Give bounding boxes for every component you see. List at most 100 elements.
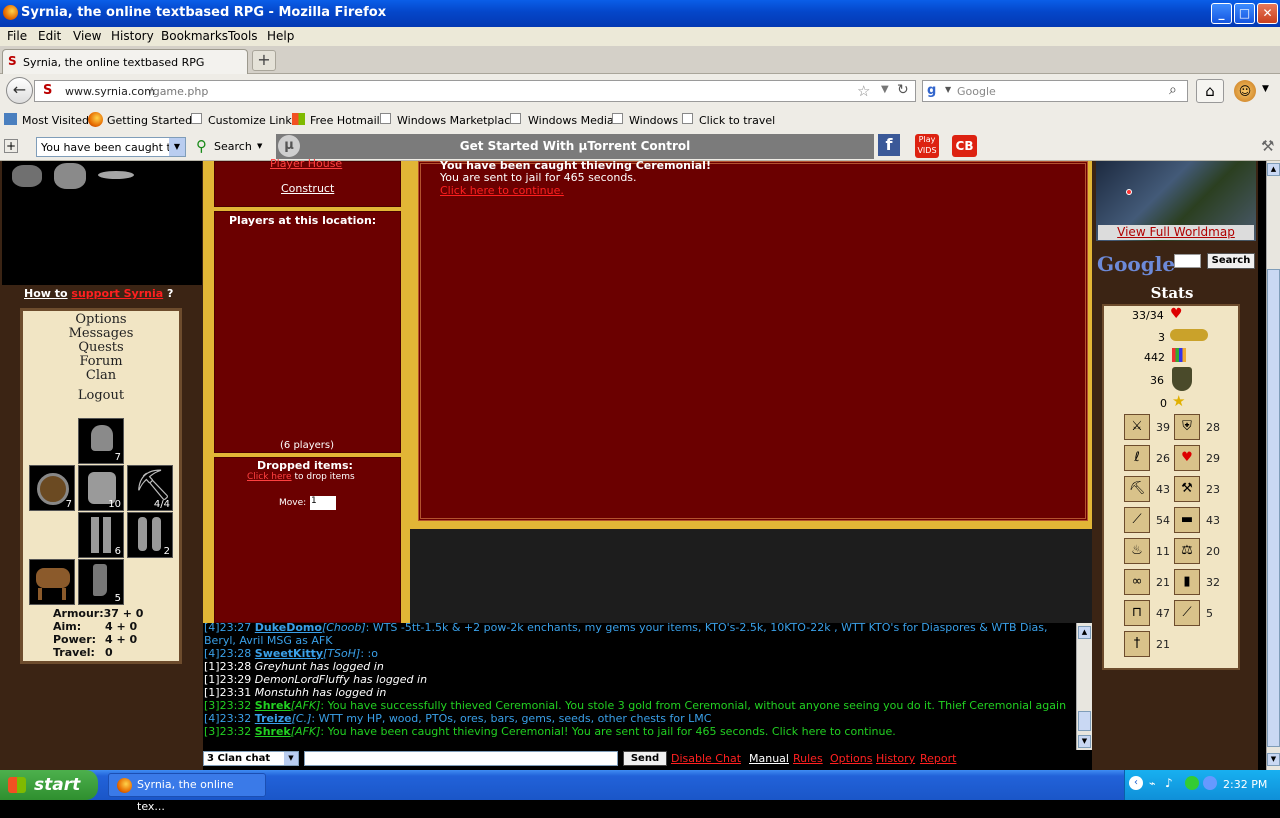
continue-link[interactable]: Click here to continue.	[440, 184, 564, 197]
cb-icon[interactable]: CB	[952, 135, 977, 157]
bookmark-click-to-travel[interactable]: Click to travel	[699, 114, 775, 127]
chat-username-link[interactable]: Treize	[255, 712, 292, 725]
chevron-down-icon[interactable]: ▼	[284, 752, 298, 765]
chat-scrollbar[interactable]: ▲ ▼	[1076, 623, 1092, 751]
bookmark-windows-marketplace[interactable]: Windows Marketplace	[397, 114, 517, 127]
chat-username-link[interactable]: SweetKitty	[255, 647, 323, 660]
volume-icon[interactable]: ♪	[1165, 776, 1173, 790]
new-tab-button[interactable]: +	[252, 50, 276, 71]
chat-username-link[interactable]: Shrek	[255, 699, 291, 712]
menu-clan-link[interactable]: Clan	[23, 369, 179, 383]
utorrent-tray-icon[interactable]	[1185, 776, 1199, 790]
reload-icon[interactable]: ↻	[897, 82, 909, 98]
gloves-slot[interactable]: 2	[127, 512, 173, 558]
add-icon[interactable]: +	[4, 139, 18, 153]
menu-help[interactable]: Help	[267, 29, 294, 43]
thieving-skill-icon[interactable]: ∞	[1124, 569, 1150, 595]
woodcutting-skill-icon[interactable]: ⟋	[1124, 507, 1150, 533]
smithing-skill-icon[interactable]: ⚒	[1174, 476, 1200, 502]
shield-slot[interactable]: 7	[29, 465, 75, 511]
fishing-skill-icon[interactable]: ⟋	[1174, 600, 1200, 626]
construct-link[interactable]: Construct	[281, 182, 334, 195]
attack-skill-icon[interactable]: ⚔	[1124, 414, 1150, 440]
menu-file[interactable]: File	[7, 29, 27, 43]
page-scrollbar[interactable]: ▲ ▼	[1266, 161, 1280, 770]
chat-scroll-thumb[interactable]	[1078, 711, 1091, 731]
bookmark-windows[interactable]: Windows	[629, 114, 678, 127]
menu-bookmarks[interactable]: Bookmarks	[161, 29, 228, 43]
scroll-down-icon[interactable]: ▼	[1078, 735, 1091, 748]
view-full-worldmap-link[interactable]: View Full Worldmap	[1098, 225, 1254, 240]
legs-slot[interactable]: 6	[78, 512, 124, 558]
chat-username-link[interactable]: Shrek	[255, 725, 291, 738]
bookmark-getting-started[interactable]: Getting Started	[107, 114, 192, 127]
start-button[interactable]: start	[0, 770, 98, 800]
disable-chat-link[interactable]: Disable Chat	[671, 752, 741, 765]
page-scroll-thumb[interactable]	[1267, 269, 1280, 747]
move-input[interactable]: 1	[310, 496, 336, 510]
chat-options-link[interactable]: Options	[830, 752, 872, 765]
world-map-thumbnail[interactable]: View Full Worldmap	[1096, 161, 1256, 241]
chat-message-input[interactable]	[304, 751, 618, 766]
bookmark-customize-links[interactable]: Customize Links	[208, 114, 298, 127]
menu-logout-link[interactable]: Logout	[23, 389, 179, 403]
google-search-button[interactable]: Search	[1207, 253, 1255, 269]
chat-history-link[interactable]: History	[876, 752, 915, 765]
wrench-icon[interactable]: ⚒	[1261, 137, 1274, 155]
defence-skill-icon[interactable]: ⛨	[1174, 414, 1200, 440]
addon-dropdown-icon[interactable]: ▼	[1262, 84, 1269, 94]
bookmark-windows-media[interactable]: Windows Media	[528, 114, 614, 127]
magnifier-icon[interactable]: ⌕	[1169, 82, 1177, 98]
back-button[interactable]: ←	[6, 77, 33, 104]
network-icon[interactable]: ⌁	[1149, 777, 1156, 790]
scroll-down-icon[interactable]: ▼	[1267, 753, 1280, 766]
chat-username-link[interactable]: DukeDomo	[255, 623, 322, 634]
report-link[interactable]: Report	[920, 752, 956, 765]
rules-link[interactable]: Rules	[793, 752, 823, 765]
armor-slot[interactable]: 10	[78, 465, 124, 511]
boots-slot[interactable]: 5	[78, 559, 124, 605]
cooking-skill-icon[interactable]: ♨	[1124, 538, 1150, 564]
health-skill-icon[interactable]: ♥	[1174, 445, 1200, 471]
chevron-down-icon[interactable]: ▼	[169, 138, 185, 156]
menu-quests-link[interactable]: Quests	[23, 341, 179, 355]
search-dropdown-icon[interactable]: ▼	[257, 142, 262, 150]
search-history-dropdown[interactable]: You have been caught thie ▼	[36, 137, 186, 157]
menu-forum-link[interactable]: Forum	[23, 355, 179, 369]
manual-link[interactable]: Manual	[749, 752, 789, 765]
play-vids-icon[interactable]: Play VIDS	[915, 134, 939, 158]
bookmark-free-hotmail[interactable]: Free Hotmail	[310, 114, 380, 127]
utorrent-banner[interactable]: µ Get Started With µTorrent Control	[276, 134, 874, 159]
farming-skill-icon[interactable]: ⊓	[1124, 600, 1150, 626]
google-engine-icon[interactable]: g	[927, 83, 936, 98]
mining-skill-icon[interactable]: ⛏	[1124, 476, 1150, 502]
construction-skill-icon[interactable]: ▬	[1174, 507, 1200, 533]
facebook-icon[interactable]: f	[878, 134, 900, 156]
addon-face-icon[interactable]: ☺	[1234, 80, 1256, 102]
minimize-button[interactable]: _	[1211, 3, 1232, 24]
history-dropdown-icon[interactable]: ▼	[881, 84, 889, 95]
helmet-slot[interactable]: 7	[78, 418, 124, 464]
maximize-button[interactable]: □	[1234, 3, 1255, 24]
scroll-up-icon[interactable]: ▲	[1267, 163, 1280, 176]
horse-slot[interactable]	[29, 559, 75, 605]
player-house-link[interactable]: Player House	[270, 157, 342, 170]
menu-messages-link[interactable]: Messages	[23, 327, 179, 341]
home-icon[interactable]: ⌂	[1196, 79, 1224, 103]
menu-options-link[interactable]: Options	[23, 313, 179, 327]
magic-skill-icon[interactable]: †	[1124, 631, 1150, 657]
search-icon[interactable]: ⚲	[196, 137, 207, 155]
engine-dropdown-icon[interactable]: ▼	[945, 85, 951, 94]
pickaxe-slot[interactable]: ⛏ 4/4	[127, 465, 173, 511]
taskbar-firefox-item[interactable]: Syrnia, the online tex...	[108, 773, 266, 813]
toolbar-search-label[interactable]: Search	[214, 140, 252, 153]
google-search-input[interactable]	[1174, 254, 1201, 268]
tray-expand-icon[interactable]: ‹	[1129, 776, 1143, 790]
chat-send-button[interactable]: Send	[623, 751, 667, 766]
menu-tools[interactable]: Tools	[228, 29, 258, 43]
strength-skill-icon[interactable]: ℓ	[1124, 445, 1150, 471]
bookmark-most-visited[interactable]: Most Visited	[22, 114, 89, 127]
tab-syrnia[interactable]: S Syrnia, the online textbased RPG	[2, 49, 248, 74]
search-bar[interactable]: g ▼ Google ⌕	[922, 80, 1188, 102]
support-syrnia-link[interactable]: support Syrnia	[71, 287, 163, 300]
